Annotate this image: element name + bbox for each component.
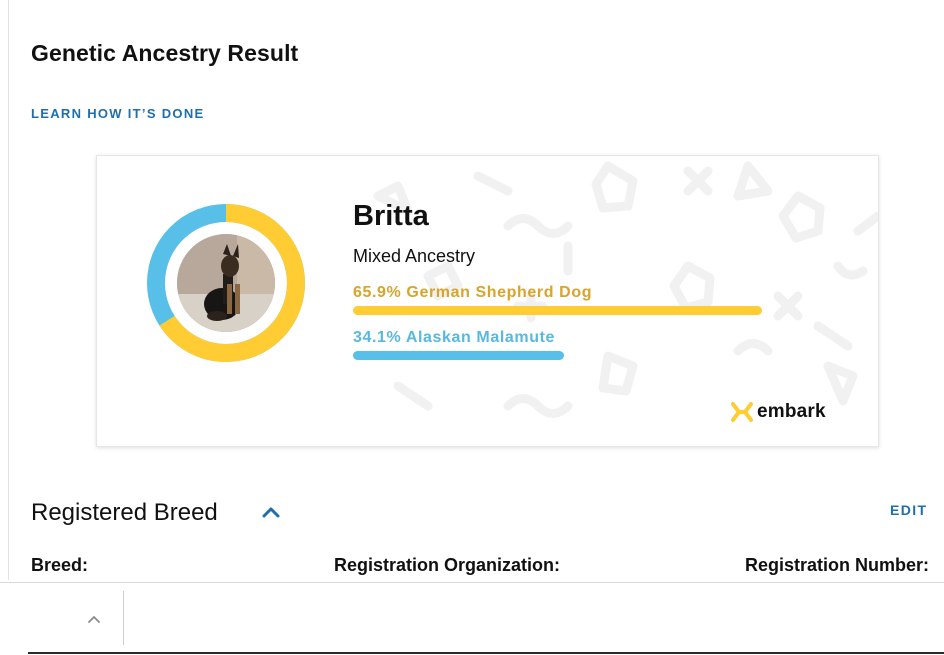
registered-breed-title: Registered Breed [31, 499, 218, 526]
ancestry-result-card: Britta Mixed Ancestry 65.9% German Sheph… [96, 155, 879, 447]
embark-logo-text: embark [757, 401, 826, 422]
embark-logo: embark [729, 398, 826, 426]
registration-organization-label: Registration Organization: [334, 555, 561, 575]
registration-number-label: Registration Number: [745, 555, 930, 575]
chevron-up-icon[interactable] [261, 504, 281, 520]
ancestry-type: Mixed Ancestry [353, 246, 476, 266]
dog-photo [177, 234, 275, 332]
breed-label-alaskan-malamute: 34.1% Alaskan Malamute [353, 329, 556, 346]
embark-logo-icon [731, 402, 753, 422]
edit-button[interactable]: EDIT [890, 502, 928, 518]
dog-name: Britta [353, 200, 429, 232]
breed-bar-alaskan-malamute [353, 351, 564, 360]
bottom-divider [123, 591, 124, 645]
breed-label-german-shepherd: 65.9% German Shepherd Dog [353, 284, 593, 301]
breed-bar-german-shepherd [353, 306, 762, 315]
breed-field-label: Breed: [31, 555, 89, 575]
dog-photo-avatar [177, 234, 275, 332]
bottom-bar [0, 582, 944, 655]
page-title: Genetic Ancestry Result [31, 40, 299, 66]
learn-how-link[interactable]: LEARN HOW IT’S DONE [31, 106, 204, 121]
left-border [8, 0, 9, 580]
caret-up-icon[interactable] [86, 613, 102, 625]
